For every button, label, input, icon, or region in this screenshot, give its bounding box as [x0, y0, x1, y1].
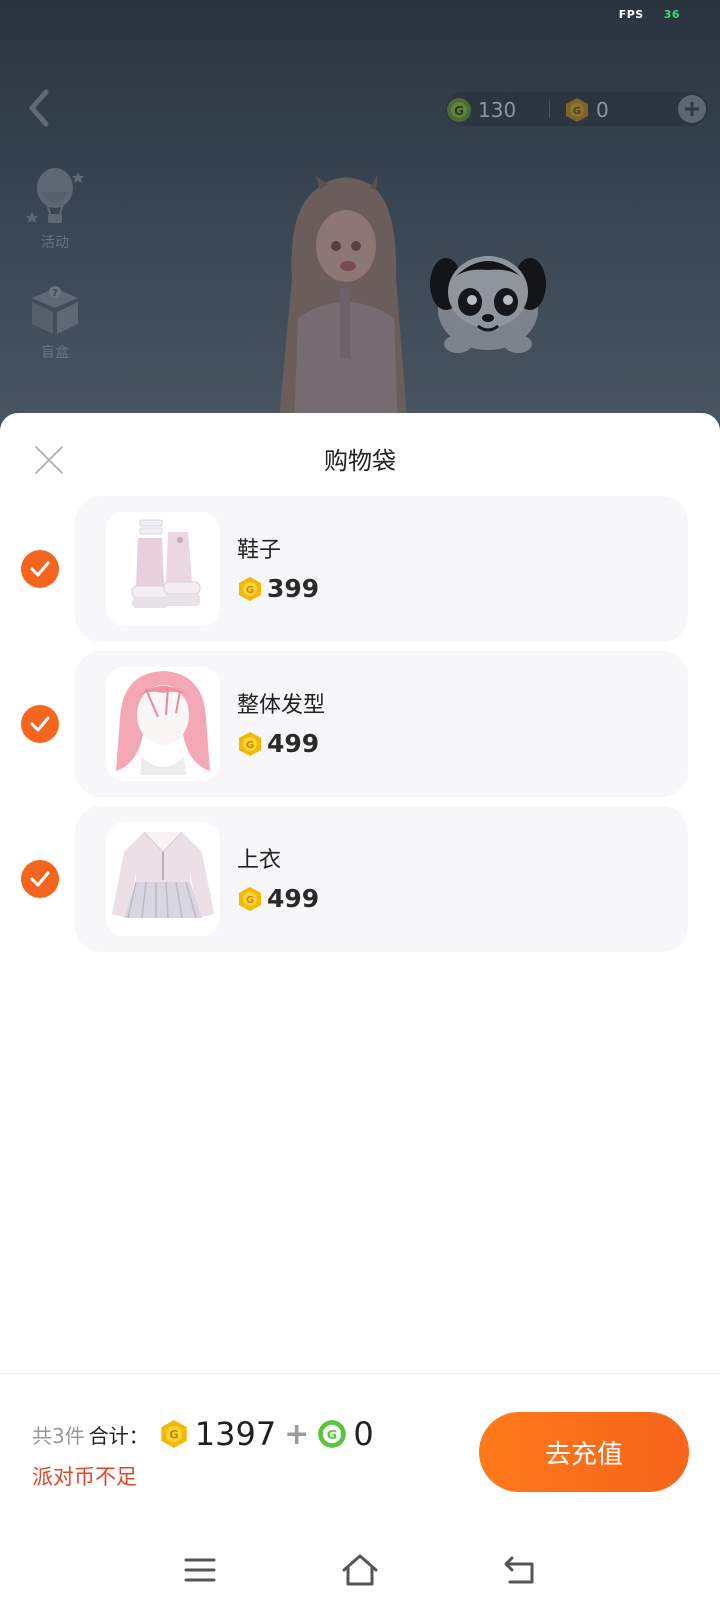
sheet-title: 购物袋	[324, 447, 396, 475]
svg-text:G: G	[246, 740, 254, 751]
shoes-icon	[131, 519, 201, 608]
checkmark-icon	[30, 716, 50, 732]
item-card[interactable]: 整体发型 G 499	[75, 651, 688, 797]
item-name: 上衣	[237, 848, 282, 873]
top-icon	[112, 831, 214, 919]
item-checkbox[interactable]	[21, 705, 59, 743]
item-price-value: 499	[267, 884, 320, 913]
fps-label: FPS	[618, 8, 644, 21]
plus-sign: +	[284, 1416, 310, 1452]
party-coin-balance: G 130	[446, 97, 516, 123]
gold-coin-icon: G	[161, 1420, 187, 1448]
item-name: 整体发型	[237, 693, 326, 718]
item-card[interactable]: 鞋子 G 399	[75, 496, 688, 642]
gold-total: 1397	[194, 1415, 277, 1453]
gold-coin-icon: G	[239, 731, 261, 756]
system-nav-bar	[0, 1528, 720, 1612]
blindbox-button[interactable]: ? 盲盒	[24, 282, 86, 362]
blindbox-label: 盲盒	[41, 345, 69, 361]
item-checkbox[interactable]	[21, 860, 59, 898]
menu-icon	[184, 1558, 216, 1582]
hairstyle-icon	[116, 671, 210, 775]
item-thumbnail	[106, 512, 220, 626]
item-count: 共3件	[32, 1423, 85, 1448]
item-card[interactable]: 上衣 G 499	[75, 806, 688, 952]
item-checkbox[interactable]	[21, 550, 59, 588]
item-price-value: 399	[267, 574, 320, 603]
item-price-value: 499	[267, 729, 320, 758]
home-icon	[342, 1554, 378, 1586]
recent-apps-button[interactable]	[178, 1550, 222, 1590]
item-price: G 399	[237, 574, 319, 603]
green-coin-icon: G	[447, 98, 471, 122]
svg-text:?: ?	[52, 288, 58, 299]
checkmark-icon	[30, 871, 50, 887]
svg-text:G: G	[246, 585, 254, 596]
activity-button[interactable]: 活动	[24, 166, 86, 252]
back-button[interactable]	[22, 88, 58, 128]
gold-coin-icon: G	[239, 576, 261, 601]
add-currency-button[interactable]	[678, 95, 706, 123]
activity-label: 活动	[41, 235, 69, 251]
green-coin-amount: 130	[478, 98, 517, 122]
currency-bar: G 130 G 0	[446, 92, 708, 126]
back-arrow-icon	[504, 1556, 534, 1584]
gold-coin-icon: G	[239, 886, 261, 911]
hot-air-balloon-icon	[26, 168, 84, 223]
pet-dog	[430, 256, 546, 353]
item-name: 鞋子	[237, 538, 282, 563]
game-scene: FPS 36 G 130 G 0 活动 ? 盲盒	[0, 0, 720, 430]
gold-coin-amount: 0	[596, 98, 609, 122]
currency-divider	[549, 100, 550, 118]
system-back-button[interactable]	[498, 1550, 542, 1590]
green-total: 0	[353, 1415, 374, 1453]
fps-value: 36	[663, 8, 680, 21]
svg-text:G: G	[573, 106, 581, 117]
item-thumbnail	[106, 667, 220, 781]
total-label: 合计：	[88, 1423, 149, 1448]
insufficient-balance-warning: 派对币不足	[32, 1465, 137, 1489]
home-button[interactable]	[338, 1550, 382, 1590]
recharge-button[interactable]: 去充值	[479, 1412, 689, 1492]
fps-counter: FPS 36	[619, 8, 680, 21]
order-summary: 共3件 合计： G 1397 + G 0	[32, 1415, 374, 1453]
green-coin-icon: G	[318, 1420, 347, 1448]
svg-text:G: G	[454, 104, 464, 118]
svg-text:G: G	[246, 895, 254, 906]
cart-item: 鞋子 G 399	[0, 496, 720, 642]
item-thumbnail	[106, 822, 220, 936]
checkmark-icon	[30, 561, 50, 577]
gold-coin-balance: G 0	[564, 97, 609, 123]
footer-divider	[0, 1373, 720, 1374]
gift-box-icon: ?	[32, 286, 78, 334]
item-price: G 499	[237, 729, 319, 758]
avatar-character	[278, 174, 408, 430]
chevron-left-icon	[29, 89, 49, 127]
svg-text:G: G	[327, 1427, 337, 1442]
cart-item: 整体发型 G 499	[0, 651, 720, 797]
item-price: G 499	[237, 884, 319, 913]
gold-coin-icon: G	[566, 98, 588, 122]
svg-text:G: G	[169, 1428, 178, 1442]
cart-item: 上衣 G 499	[0, 806, 720, 952]
